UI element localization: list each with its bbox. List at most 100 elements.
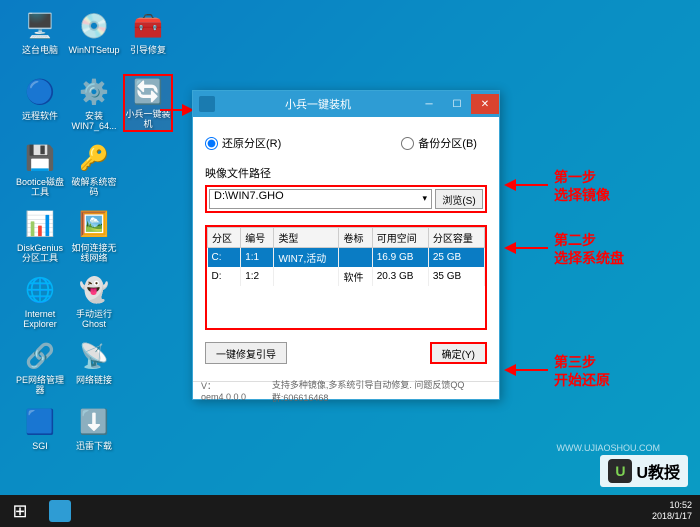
desktop-icon-SGI[interactable]: 🟦 SGI (15, 404, 65, 462)
status-version: V：oem4.0.0.0 (201, 379, 254, 402)
backup-radio[interactable]: 备份分区(B) (401, 135, 477, 151)
desktop-icon-Internet Explorer[interactable]: 🌐Internet Explorer (15, 272, 65, 330)
table-header[interactable]: 可用空间 (372, 228, 428, 248)
table-cell: 20.3 GB (372, 267, 428, 286)
table-cell: 软件 (339, 267, 372, 286)
start-button[interactable]: ⊞ (0, 495, 40, 527)
desktop-icon-PE网络管理器[interactable]: 🔗PE网络管理器 (15, 338, 65, 396)
desktop-icon-label: Bootice磁盘工具 (15, 178, 65, 198)
table-cell: 1:1 (241, 248, 274, 268)
taskbar[interactable]: ⊞ 10:52 2018/1/17 (0, 495, 700, 527)
watermark-text: U教授 (636, 459, 680, 483)
desktop-icon-手动运行Ghost[interactable]: 👻手动运行Ghost (69, 272, 119, 330)
table-row[interactable]: C:1:1WIN7,活动16.9 GB25 GB (208, 248, 485, 268)
desktop-icon-WinNTSetup[interactable]: 💿 WinNTSetup (69, 8, 119, 66)
restore-radio[interactable]: 还原分区(R) (205, 135, 281, 151)
desktop-icon-如何连接无线网络[interactable]: 🖼️如何连接无线网络 (69, 206, 119, 264)
desktop-icon-网络链接[interactable]: 📡网络链接 (69, 338, 119, 396)
desktop-icon-label: 引导修复 (130, 46, 166, 56)
desktop-icon-这台电脑[interactable]: 🖥️ 这台电脑 (15, 8, 65, 66)
table-row[interactable]: D:1:2软件20.3 GB35 GB (208, 267, 485, 286)
window-title: 小兵一键装机 (221, 96, 415, 112)
table-cell: 35 GB (428, 267, 484, 286)
step1-title: 第一步 (554, 168, 610, 186)
desktop-icon-glyph: 🌐 (22, 272, 58, 308)
image-path-combobox[interactable]: D:\WIN7.GHO ▾ (209, 189, 432, 209)
arrow-step2 (500, 238, 550, 258)
table-header[interactable]: 类型 (274, 228, 339, 248)
restore-radio-label: 还原分区(R) (222, 135, 281, 151)
minimize-button[interactable]: ─ (415, 94, 443, 114)
desktop-icon-glyph: 🔵 (22, 74, 58, 110)
status-text: 支持多种镜像,多系统引导自动修复. 问题反馈QQ群:606616468 (272, 378, 491, 404)
table-header[interactable]: 分区 (208, 228, 241, 248)
table-cell (274, 267, 339, 286)
taskbar-app-installer[interactable] (40, 495, 80, 527)
desktop-icon-远程软件[interactable]: 🔵 远程软件 (15, 74, 65, 132)
table-cell: 16.9 GB (372, 248, 428, 268)
desktop: 🖥️ 这台电脑 💿 WinNTSetup 🧰 引导修复 🔵 远程软件 ⚙️安装WIN7_64..… (0, 0, 700, 527)
desktop-icon-label: 手动运行Ghost (69, 310, 119, 330)
desktop-icon-label: DiskGenius分区工具 (15, 244, 65, 264)
desktop-icon-引导修复[interactable]: 🧰 引导修复 (123, 8, 173, 66)
tray-date: 2018/1/17 (652, 511, 692, 522)
status-bar: V：oem4.0.0.0 支持多种镜像,多系统引导自动修复. 问题反馈QQ群:6… (193, 381, 499, 399)
table-cell (339, 248, 372, 268)
desktop-icon-glyph: 🧰 (130, 8, 166, 44)
desktop-icon-DiskGenius分区工具[interactable]: 📊DiskGenius分区工具 (15, 206, 65, 264)
backup-radio-label: 备份分区(B) (418, 135, 477, 151)
desktop-icon-label: WinNTSetup (68, 46, 119, 56)
desktop-icon-label: 远程软件 (22, 112, 58, 122)
partition-table-wrap: 分区编号类型卷标可用空间分区容量 C:1:1WIN7,活动16.9 GB25 G… (205, 225, 487, 330)
table-cell: 25 GB (428, 248, 484, 268)
table-cell: WIN7,活动 (274, 248, 339, 268)
desktop-icon-Bootice磁盘工具[interactable]: 💾Bootice磁盘工具 (15, 140, 65, 198)
arrow-step1 (500, 175, 550, 195)
app-icon (199, 96, 215, 112)
desktop-icon-glyph: 🔑 (76, 140, 112, 176)
desktop-icon-glyph: 💿 (76, 8, 112, 44)
desktop-icon-glyph: 🖼️ (76, 206, 112, 242)
table-header[interactable]: 卷标 (339, 228, 372, 248)
annotation-step3: 第三步 开始还原 (554, 353, 610, 389)
ok-button[interactable]: 确定(Y) (430, 342, 487, 364)
desktop-icon-glyph: 📊 (22, 206, 58, 242)
close-button[interactable]: ✕ (471, 94, 499, 114)
desktop-icon-label: SGI (32, 442, 48, 452)
desktop-icon-glyph: 🔗 (22, 338, 58, 374)
watermark-logo-icon: U (608, 459, 632, 483)
repair-boot-button[interactable]: 一键修复引导 (205, 342, 287, 364)
step3-desc: 开始还原 (554, 371, 610, 389)
system-tray[interactable]: 10:52 2018/1/17 (652, 500, 700, 522)
desktop-icon-label: 这台电脑 (22, 46, 58, 56)
tray-time: 10:52 (652, 500, 692, 511)
table-header[interactable]: 分区容量 (428, 228, 484, 248)
desktop-icon-glyph: 🖥️ (22, 8, 58, 44)
backup-radio-input[interactable] (401, 137, 414, 150)
table-cell: D: (208, 267, 241, 286)
step2-desc: 选择系统盘 (554, 249, 624, 267)
desktop-icon-glyph: ⚙️ (76, 74, 112, 110)
annotation-step1: 第一步 选择镜像 (554, 168, 610, 204)
desktop-icon-glyph: 💾 (22, 140, 58, 176)
restore-radio-input[interactable] (205, 137, 218, 150)
partition-table[interactable]: 分区编号类型卷标可用空间分区容量 C:1:1WIN7,活动16.9 GB25 G… (207, 227, 485, 286)
desktop-icon-安装WIN7_64...[interactable]: ⚙️安装WIN7_64... (69, 74, 119, 132)
step2-title: 第二步 (554, 231, 624, 249)
desktop-icon-glyph: 🟦 (22, 404, 58, 440)
desktop-icon-label: PE网络管理器 (15, 376, 65, 396)
desktop-icon-迅雷下载[interactable]: ⬇️迅雷下载 (69, 404, 119, 462)
browse-button[interactable]: 浏览(S) (435, 189, 483, 209)
annotation-step2: 第二步 选择系统盘 (554, 231, 624, 267)
table-header[interactable]: 编号 (241, 228, 274, 248)
watermark-badge: U U教授 (600, 455, 688, 487)
desktop-icon-glyph: ⬇️ (76, 404, 112, 440)
image-path-row: D:\WIN7.GHO ▾ 浏览(S) (205, 185, 487, 213)
desktop-icon-glyph: 👻 (76, 272, 112, 308)
desktop-icon-label: 网络链接 (76, 376, 112, 386)
maximize-button[interactable]: ☐ (443, 94, 471, 114)
window-titlebar[interactable]: 小兵一键装机 ─ ☐ ✕ (193, 91, 499, 117)
desktop-icon-破解系统密码[interactable]: 🔑破解系统密码 (69, 140, 119, 198)
desktop-icon-label: Internet Explorer (15, 310, 65, 330)
image-path-label: 映像文件路径 (205, 165, 487, 181)
